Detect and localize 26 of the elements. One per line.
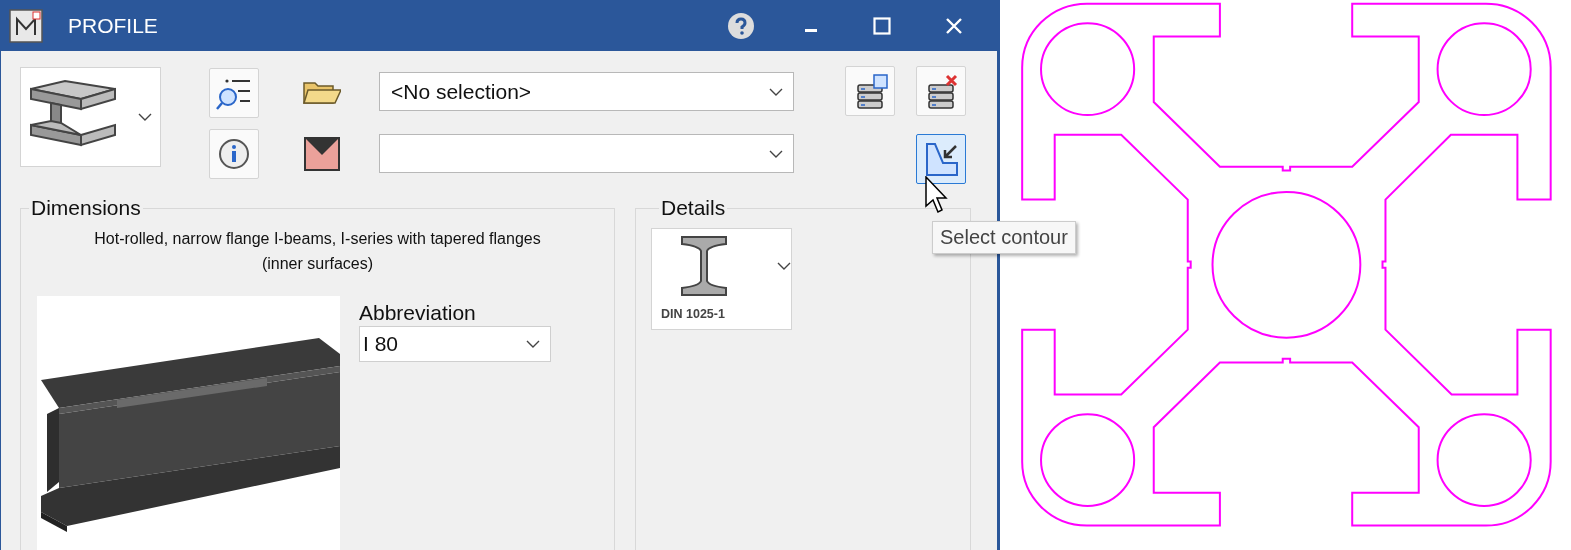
toolbar-button[interactable] (916, 134, 966, 184)
chevron-icon (769, 149, 783, 158)
app-icon (9, 9, 43, 43)
contour-arrow-icon (923, 141, 959, 177)
dropdown-field[interactable]: <No selection> (379, 72, 794, 111)
chevron-icon (526, 340, 540, 348)
close-icon[interactable] (945, 17, 963, 35)
chevron-icon (769, 87, 783, 96)
group-title: Details (660, 196, 727, 220)
profile-type-button[interactable] (20, 67, 161, 167)
material-icon (304, 136, 340, 171)
dropdown-field[interactable]: I 80 (359, 326, 551, 362)
chevron-icon (777, 262, 791, 270)
i-beam-icon (679, 235, 729, 297)
dropdown-field[interactable] (379, 134, 794, 173)
maximize-icon[interactable] (873, 17, 891, 35)
chevron-icon (138, 113, 152, 121)
tooltip: Select contour (932, 221, 1076, 254)
description-text: Hot-rolled, narrow flange I-beams, I-series with tapered flanges (inner surfaces) (93, 229, 542, 274)
cursor-icon (925, 176, 949, 216)
window-title: PROFILE (68, 14, 158, 38)
help-icon[interactable] (727, 12, 755, 40)
info-icon (216, 136, 252, 172)
group-title: Dimensions (30, 196, 142, 220)
field-label: Abbreviation (359, 300, 477, 326)
standard-selector[interactable]: DIN 1025-1 (651, 228, 792, 330)
